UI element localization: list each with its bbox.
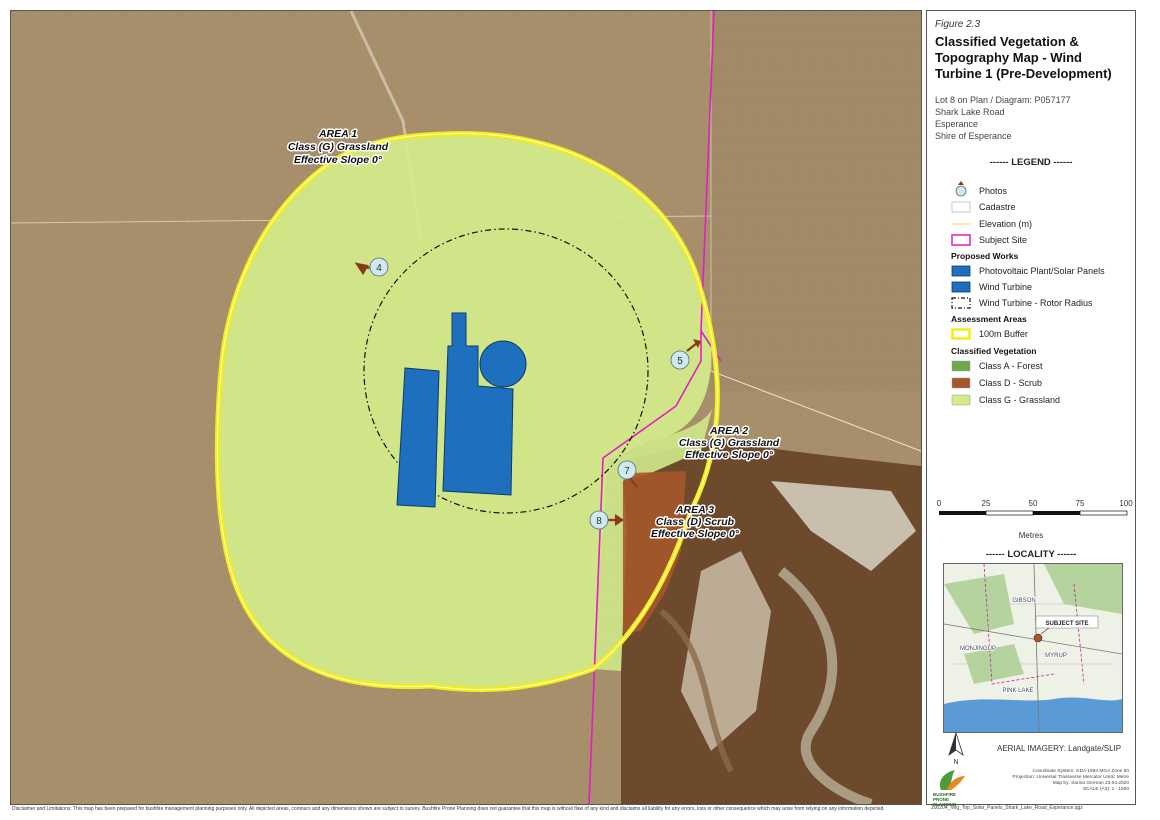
- legend-label: Class A - Forest: [979, 361, 1043, 371]
- scale-tick: 0: [937, 499, 942, 508]
- photo-icon: [955, 181, 967, 197]
- legend-label: Photos: [979, 186, 1008, 196]
- area-name: AREA 1: [318, 128, 357, 140]
- coordinate-info: Coordinate System: GDA 1994 MGA Zone 50 …: [979, 769, 1130, 793]
- scale-segment: [985, 510, 1034, 516]
- locality-heading: ------ LOCALITY ------: [985, 549, 1077, 560]
- area-class: Class (G) Grassland: [288, 141, 389, 153]
- bushfire-prone-planning-logo: [939, 770, 965, 790]
- scale-unit: Metres: [1018, 531, 1044, 540]
- legend-proposed-works-heading: Proposed Works: [951, 251, 1019, 261]
- legend-label: 100m Buffer: [979, 329, 1028, 339]
- locality-map: SUBJECT SITE GIBSON MONJINGUP MYRUP PINK…: [943, 563, 1123, 733]
- address-line: Lot 8 on Plan / Diagram: P057177: [935, 95, 1071, 105]
- locality-callout: SUBJECT SITE: [1045, 621, 1088, 627]
- solar-panel-array: [396, 367, 440, 508]
- scale-segment: [1033, 511, 1080, 515]
- legend-label: Elevation (m): [979, 219, 1033, 229]
- area-slope: Effective Slope 0°: [651, 528, 740, 540]
- locality-place: GIBSON: [1012, 598, 1035, 604]
- forest-swatch: [951, 360, 971, 372]
- address-line: Shark Lake Road: [935, 107, 1005, 117]
- legend-assessment-heading: Assessment Areas: [951, 314, 1027, 324]
- legend-label: Wind Turbine: [979, 282, 1033, 292]
- scale-tick: 100: [1119, 499, 1133, 508]
- subject-site-swatch: [951, 234, 971, 246]
- locality-place: MYRUP: [1045, 653, 1067, 659]
- grassland-swatch: [951, 394, 971, 406]
- map-view[interactable]: 4 5 7 8 AREA 1 Class (G) Grassland Effec…: [10, 10, 922, 805]
- scale-tick: 25: [982, 499, 991, 508]
- locality-place: MONJINGUP: [960, 646, 996, 652]
- photo-number: 8: [596, 516, 602, 527]
- scale-segment: [939, 511, 986, 515]
- scale-tick: 50: [1029, 499, 1038, 508]
- legend-label: Photovoltaic Plant/Solar Panels: [979, 266, 1105, 276]
- figure-number: Figure 2.3: [935, 19, 981, 30]
- scale-segment: [1079, 510, 1128, 516]
- north-label: N: [953, 759, 958, 765]
- scale-tick: 75: [1076, 499, 1085, 508]
- legend-label: Class D - Scrub: [979, 378, 1043, 388]
- legend-label: Wind Turbine - Rotor Radius: [979, 298, 1093, 308]
- paddock-east: [711, 11, 921, 391]
- map-title: Classified Vegetation & Topography Map -…: [935, 34, 1112, 81]
- legend-label: Cadastre: [979, 202, 1016, 212]
- coordinate-line: SCALE (A3): 1 : 1500: [1082, 787, 1129, 792]
- legend-label: Class G - Grassland: [979, 395, 1061, 405]
- scrub-swatch: [951, 377, 971, 389]
- photo-number: 7: [624, 466, 630, 477]
- area-class: Class (G) Grassland: [679, 437, 780, 449]
- area-name: AREA 2: [709, 425, 748, 437]
- wind-turbine-swatch: [951, 281, 971, 293]
- photo-number: 4: [376, 263, 382, 274]
- area-slope: Effective Slope 0°: [685, 449, 774, 461]
- file-reference: 200204_Veg_Top_Solar_Panels_Shark_Lake_R…: [931, 805, 1083, 811]
- north-arrow-icon: N: [948, 731, 964, 765]
- photo-number: 5: [677, 356, 683, 367]
- buffer-swatch: [951, 328, 971, 340]
- solar-swatch: [951, 265, 971, 277]
- locality-place: PINK LAKE: [1002, 688, 1033, 694]
- address-line: Shire of Esperance: [935, 131, 1012, 141]
- scale-bar: 0 25 50 75 100: [937, 499, 1133, 516]
- rotor-radius-swatch: [951, 297, 971, 309]
- legend-heading: ------ LEGEND ------: [989, 157, 1073, 168]
- elevation-swatch: [951, 223, 971, 225]
- wind-turbine: [479, 340, 527, 388]
- area-name: AREA 3: [675, 504, 714, 516]
- area-slope: Effective Slope 0°: [294, 154, 383, 166]
- address-line: Esperance: [935, 119, 979, 129]
- imagery-credit: AERIAL IMAGERY: Landgate/SLIP: [997, 744, 1122, 753]
- disclaimer-text: Disclaimer and Limitations: This map has…: [12, 806, 885, 812]
- legend-label: Subject Site: [979, 235, 1028, 245]
- area-class: Class (D) Scrub: [656, 516, 735, 528]
- map-sidebar: Figure 2.3 Classified Vegetation & Topog…: [926, 10, 1136, 811]
- legend-vegetation-heading: Classified Vegetation: [951, 346, 1037, 356]
- cadastre-swatch: [951, 201, 971, 213]
- locality-map-graphic: SUBJECT SITE GIBSON MONJINGUP MYRUP PINK…: [944, 564, 1122, 732]
